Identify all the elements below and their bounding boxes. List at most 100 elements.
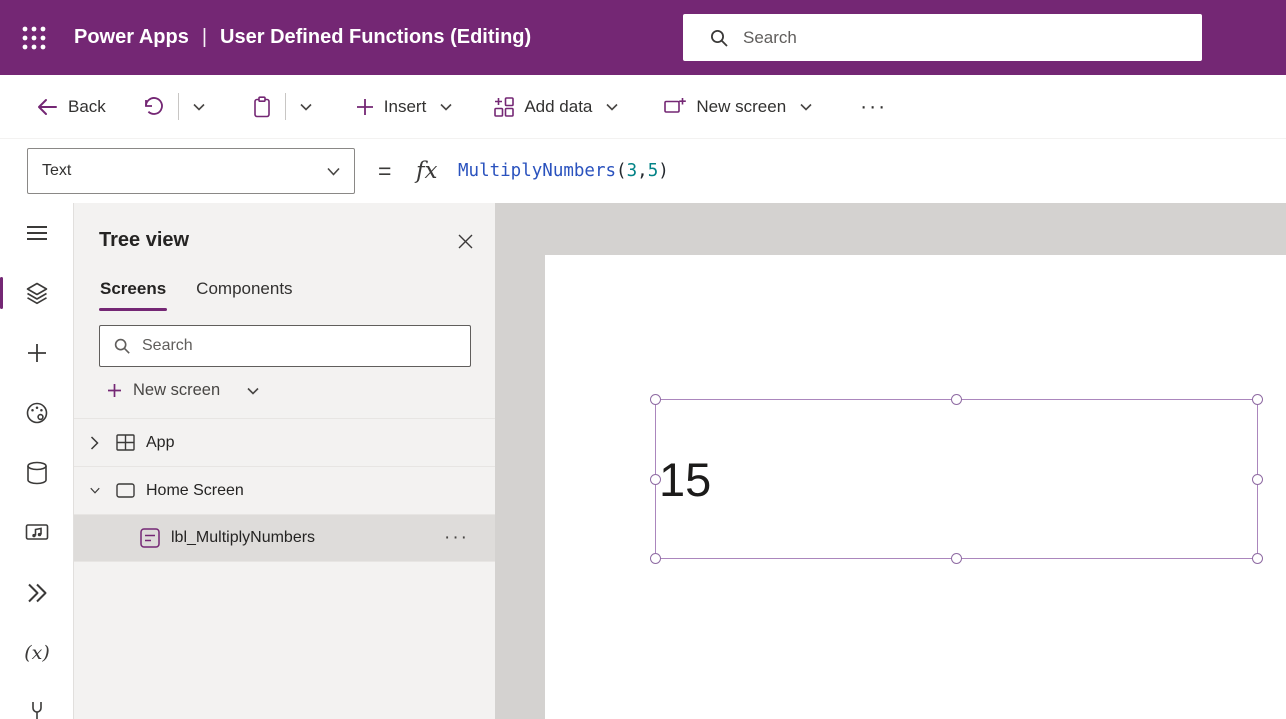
brand-title: Power Apps	[74, 26, 189, 49]
label-control-icon	[140, 528, 160, 548]
divider	[178, 93, 179, 120]
tree-item-label-text: lbl_MultiplyNumbers	[171, 529, 444, 547]
app-screen[interactable]: 15	[545, 255, 1286, 719]
panel-new-screen-button[interactable]: New screen	[107, 381, 259, 400]
chevron-down-icon	[90, 486, 100, 495]
equals-sign: =	[378, 158, 391, 185]
power-apps-studio: Power Apps | User Defined Functions (Edi…	[0, 0, 1286, 719]
resize-handle-top-right[interactable]	[1252, 394, 1263, 405]
screen-icon	[116, 483, 135, 498]
overflow-menu-button[interactable]: ···	[860, 102, 887, 112]
formula-arg-2: 5	[648, 161, 659, 181]
insert-button[interactable]: Insert	[356, 97, 453, 117]
undo-button[interactable]	[142, 97, 164, 117]
add-data-label: Add data	[524, 97, 592, 117]
new-screen-button[interactable]: New screen	[664, 97, 812, 117]
back-arrow-icon	[36, 98, 58, 116]
app-icon	[116, 433, 135, 452]
formula-paren-close: )	[658, 161, 669, 181]
search-icon	[709, 28, 729, 48]
tab-components[interactable]: Components	[195, 279, 293, 311]
label-text: 15	[656, 456, 711, 503]
formula-arg-1: 3	[627, 161, 638, 181]
tree-search-input[interactable]	[142, 337, 470, 355]
rail-item-power-automate[interactable]	[0, 563, 74, 623]
fx-icon: fx	[416, 158, 437, 184]
tree-search[interactable]	[99, 325, 471, 367]
add-data-icon	[494, 97, 514, 117]
divider	[285, 93, 286, 120]
resize-handle-top-center[interactable]	[951, 394, 962, 405]
tree-item-lbl-multiplynumbers[interactable]: lbl_MultiplyNumbers ···	[74, 514, 495, 562]
hamburger-icon	[26, 225, 48, 241]
header-search[interactable]	[683, 14, 1202, 61]
collapse-menu-button[interactable]	[0, 203, 74, 263]
formula-input[interactable]: MultiplyNumbers(3,5)	[458, 161, 1276, 181]
tree-item-label-text: App	[146, 434, 495, 452]
clipboard-icon	[253, 96, 271, 118]
back-button[interactable]: Back	[36, 97, 106, 117]
undo-dropdown-button[interactable]	[193, 103, 205, 111]
title-group: Power Apps | User Defined Functions (Edi…	[74, 26, 531, 49]
header-search-input[interactable]	[743, 28, 1202, 48]
resize-handle-bottom-center[interactable]	[951, 553, 962, 564]
variables-icon: (x)	[24, 642, 50, 664]
plus-icon	[27, 343, 47, 363]
chevron-down-icon	[327, 167, 340, 176]
formula-paren-open: (	[616, 161, 627, 181]
tree-item-app[interactable]: App	[74, 418, 495, 466]
command-bar: Back Ins	[0, 75, 1286, 139]
rail-item-theme[interactable]	[0, 383, 74, 443]
chevron-down-icon	[300, 103, 312, 111]
app-launcher-button[interactable]	[12, 16, 56, 60]
canvas-area[interactable]: 15	[495, 203, 1286, 719]
chevron-down-icon	[193, 103, 205, 111]
resize-handle-middle-left[interactable]	[650, 474, 661, 485]
title-separator: |	[202, 26, 207, 49]
tree-view-icon	[25, 281, 49, 305]
formula-comma: ,	[637, 161, 648, 181]
rail-item-advanced-tools[interactable]	[0, 683, 74, 719]
media-icon	[25, 522, 49, 544]
item-more-button[interactable]: ···	[444, 527, 469, 549]
resize-handle-bottom-right[interactable]	[1252, 553, 1263, 564]
paste-dropdown-button[interactable]	[300, 103, 312, 111]
resize-handle-top-left[interactable]	[650, 394, 661, 405]
paste-group	[253, 93, 312, 120]
back-label: Back	[68, 97, 106, 117]
tab-screens[interactable]: Screens	[99, 279, 167, 311]
left-rail: (x)	[0, 203, 74, 719]
tools-icon	[27, 701, 47, 719]
undo-group	[142, 93, 205, 120]
tree-list: App Home Screen lbl_MultiplyNumbers ···	[74, 418, 495, 562]
database-icon	[26, 461, 48, 485]
tree-item-home-screen[interactable]: Home Screen	[74, 466, 495, 514]
add-data-button[interactable]: Add data	[494, 97, 618, 117]
close-icon	[458, 234, 473, 249]
power-automate-icon	[26, 582, 48, 604]
rail-item-insert[interactable]	[0, 323, 74, 383]
chevron-down-icon	[606, 103, 618, 111]
rail-item-data[interactable]	[0, 443, 74, 503]
property-selector[interactable]: Text	[27, 148, 355, 194]
property-value: Text	[42, 162, 327, 180]
search-icon	[113, 337, 131, 355]
insert-label: Insert	[384, 97, 427, 117]
new-screen-label: New screen	[133, 381, 220, 400]
resize-handle-bottom-left[interactable]	[650, 553, 661, 564]
chevron-right-icon	[90, 436, 99, 450]
rail-item-media[interactable]	[0, 503, 74, 563]
active-indicator	[0, 277, 3, 309]
close-panel-button[interactable]	[449, 225, 481, 257]
new-screen-icon	[664, 97, 686, 116]
panel-title: Tree view	[99, 229, 189, 252]
paste-button[interactable]	[253, 96, 271, 118]
selected-label-control[interactable]: 15	[655, 399, 1258, 559]
rail-item-tree-view[interactable]	[0, 263, 74, 323]
chevron-down-icon	[440, 103, 452, 111]
resize-handle-middle-right[interactable]	[1252, 474, 1263, 485]
chevron-down-icon	[800, 103, 812, 111]
rail-item-variables[interactable]: (x)	[0, 623, 74, 683]
panel-tabs: Screens Components	[99, 279, 294, 311]
plus-icon	[356, 98, 374, 116]
